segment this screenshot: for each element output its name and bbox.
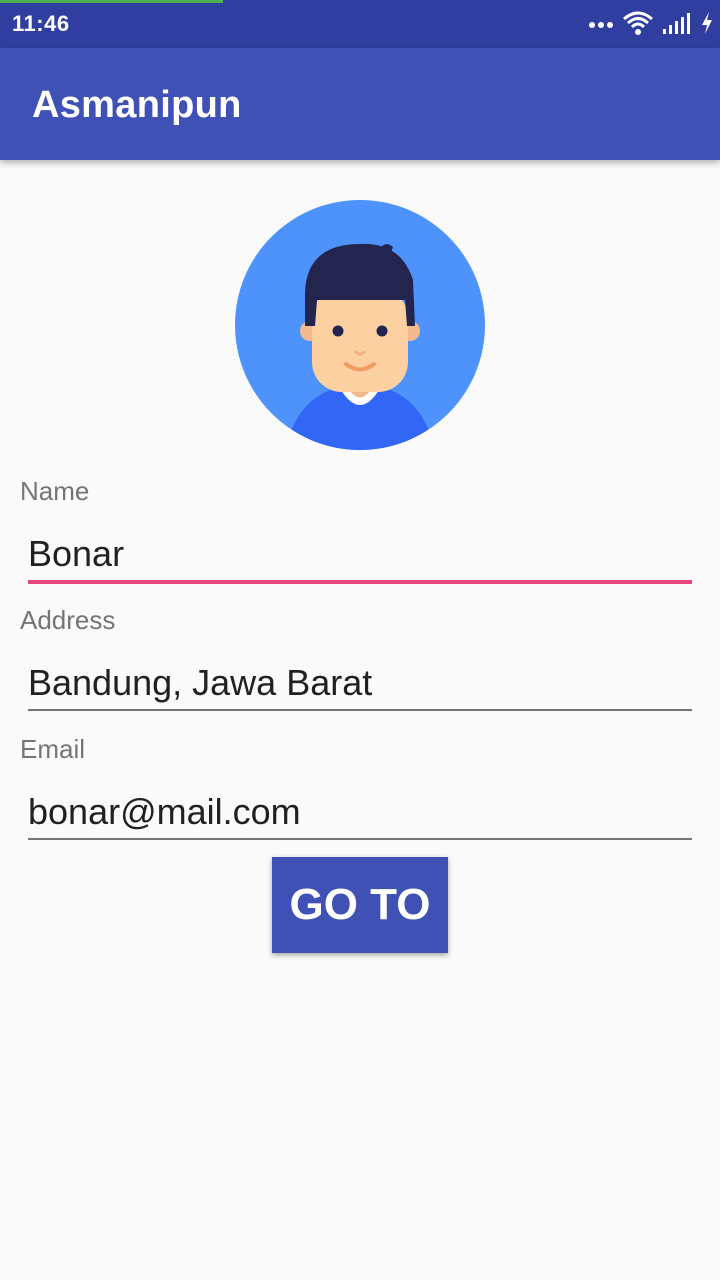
user-avatar-icon bbox=[235, 200, 485, 450]
status-progress-bar bbox=[0, 0, 224, 3]
app-bar: Asmanipun bbox=[0, 48, 720, 160]
name-label: Name bbox=[20, 476, 90, 506]
wifi-icon bbox=[622, 10, 654, 41]
email-input-underline bbox=[28, 838, 692, 840]
status-time: 11:46 bbox=[12, 11, 70, 36]
status-icons bbox=[588, 10, 714, 40]
more-dots-icon bbox=[588, 16, 614, 34]
address-label: Address bbox=[20, 605, 116, 635]
address-input[interactable] bbox=[28, 657, 692, 709]
email-label: Email bbox=[20, 734, 86, 764]
email-input[interactable] bbox=[28, 786, 692, 838]
signal-icon bbox=[662, 11, 692, 40]
name-input-underline bbox=[28, 580, 692, 584]
name-input[interactable] bbox=[28, 528, 692, 580]
app-title: Asmanipun bbox=[32, 84, 242, 126]
go-to-button[interactable]: GO TO bbox=[272, 857, 448, 953]
status-bar: 11:46 bbox=[0, 0, 720, 48]
address-input-underline bbox=[28, 709, 692, 711]
charging-icon bbox=[700, 11, 714, 40]
